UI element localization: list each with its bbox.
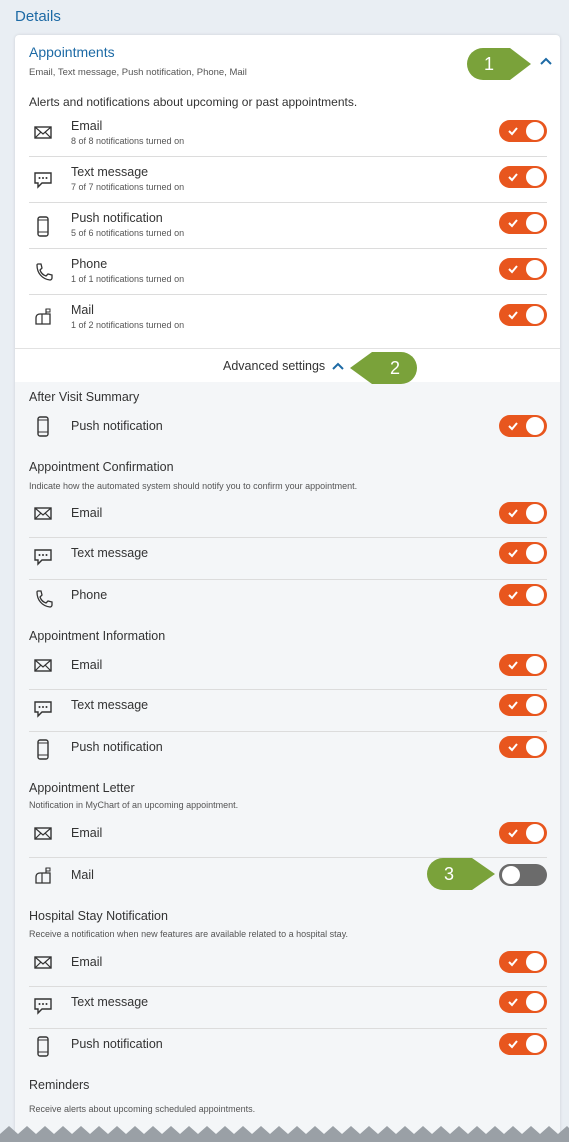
envelope-icon bbox=[33, 954, 57, 974]
setting-label: Push notification bbox=[71, 419, 163, 433]
envelope-icon bbox=[33, 825, 57, 845]
push-notification-toggle[interactable] bbox=[499, 736, 547, 758]
mobile-phone-icon bbox=[33, 1036, 57, 1057]
channel-label: Mail bbox=[71, 303, 94, 317]
setting-row-phone: Phone bbox=[29, 576, 547, 622]
collapse-button[interactable] bbox=[535, 51, 557, 71]
mobile-phone-icon bbox=[33, 216, 57, 237]
setting-label: Text message bbox=[71, 995, 149, 1009]
section-title: Reminders bbox=[29, 1078, 90, 1092]
chat-bubble-icon bbox=[33, 170, 57, 190]
mail-toggle[interactable] bbox=[499, 304, 547, 326]
setting-label: Email bbox=[71, 955, 103, 969]
channel-label: Phone bbox=[71, 257, 108, 271]
section-description: Indicate how the automated system should… bbox=[29, 481, 358, 491]
callout-number: 3 bbox=[443, 864, 454, 884]
channel-status: 1 of 1 notifications turned on bbox=[71, 274, 185, 284]
card-summary: Email, Text message, Push notification, … bbox=[29, 67, 247, 78]
chat-bubble-icon bbox=[33, 699, 57, 719]
setting-row-push-notification: Push notification bbox=[29, 403, 547, 449]
section-title: After Visit Summary bbox=[29, 390, 140, 404]
mobile-phone-icon bbox=[33, 416, 57, 437]
channel-row-mail: Mail 1 of 2 notifications turned on bbox=[29, 295, 547, 341]
appointments-card: Appointments Email, Text message, Push n… bbox=[15, 35, 560, 1142]
envelope-icon bbox=[33, 124, 57, 144]
setting-row-email: Email bbox=[29, 492, 547, 538]
advanced-settings-bar: Advanced settings bbox=[15, 348, 560, 382]
phone-toggle[interactable] bbox=[499, 584, 547, 606]
card-title[interactable]: Appointments bbox=[29, 44, 115, 60]
section-description: Receive a notification when new features… bbox=[29, 929, 349, 939]
text-message-toggle[interactable] bbox=[499, 991, 547, 1013]
setting-label: Email bbox=[71, 826, 103, 840]
callout-number: 1 bbox=[483, 54, 494, 74]
section-title: Appointment Information bbox=[29, 629, 166, 643]
mailbox-icon bbox=[33, 867, 57, 887]
chat-bubble-icon bbox=[33, 547, 57, 567]
push-notification-toggle[interactable] bbox=[499, 212, 547, 234]
chevron-up-icon[interactable] bbox=[331, 361, 345, 371]
setting-row-email: Email bbox=[29, 941, 547, 987]
email-toggle[interactable] bbox=[499, 822, 547, 844]
phone-handset-icon bbox=[33, 589, 57, 609]
setting-label: Text message bbox=[71, 546, 149, 560]
channel-row-text-message: Text message 7 of 7 notifications turned… bbox=[29, 157, 547, 203]
email-toggle[interactable] bbox=[499, 951, 547, 973]
channel-status: 1 of 2 notifications turned on bbox=[71, 320, 185, 330]
channel-row-push-notification: Push notification 5 of 6 notifications t… bbox=[29, 203, 547, 249]
phone-handset-icon bbox=[33, 262, 57, 282]
channel-label: Email bbox=[71, 119, 103, 133]
chevron-up-icon bbox=[540, 57, 552, 65]
callout-number: 2 bbox=[389, 358, 400, 378]
setting-label: Push notification bbox=[71, 740, 163, 754]
advanced-settings-panel: After Visit Summary Push notification Ap… bbox=[15, 382, 560, 1142]
setting-label: Email bbox=[71, 506, 103, 520]
setting-label: Push notification bbox=[71, 1037, 163, 1051]
setting-label: Mail bbox=[71, 868, 94, 882]
section-title: Appointment Confirmation bbox=[29, 460, 174, 474]
text-message-toggle[interactable] bbox=[499, 542, 547, 564]
push-notification-toggle[interactable] bbox=[499, 415, 547, 437]
setting-label: Email bbox=[71, 658, 103, 672]
mailbox-icon bbox=[33, 308, 57, 328]
setting-row-email: Email bbox=[29, 644, 547, 690]
setting-label: Text message bbox=[71, 698, 149, 712]
phone-toggle[interactable] bbox=[499, 258, 547, 280]
email-toggle[interactable] bbox=[499, 120, 547, 142]
torn-edge bbox=[0, 1126, 569, 1142]
text-message-toggle[interactable] bbox=[499, 694, 547, 716]
channel-status: 5 of 6 notifications turned on bbox=[71, 228, 185, 238]
email-toggle[interactable] bbox=[499, 502, 547, 524]
channel-status: 7 of 7 notifications turned on bbox=[71, 182, 185, 192]
setting-row-text-message: Text message bbox=[29, 534, 547, 580]
channel-label: Push notification bbox=[71, 211, 163, 225]
section-description: Receive alerts about upcoming scheduled … bbox=[29, 1104, 256, 1114]
mobile-phone-icon bbox=[33, 739, 57, 760]
section-title: Hospital Stay Notification bbox=[29, 909, 168, 923]
card-description: Alerts and notifications about upcoming … bbox=[29, 95, 358, 109]
section-description: Notification in MyChart of an upcoming a… bbox=[29, 800, 239, 810]
chat-bubble-icon bbox=[33, 996, 57, 1016]
callout-2: 2 bbox=[350, 351, 418, 385]
callout-1: 1 bbox=[466, 47, 532, 81]
text-message-toggle[interactable] bbox=[499, 166, 547, 188]
email-toggle[interactable] bbox=[499, 654, 547, 676]
mail-toggle[interactable] bbox=[499, 864, 547, 886]
setting-label: Phone bbox=[71, 588, 108, 602]
setting-row-push-notification: Push notification bbox=[29, 726, 547, 772]
envelope-icon bbox=[33, 505, 57, 525]
push-notification-toggle[interactable] bbox=[499, 1033, 547, 1055]
callout-3: 3 bbox=[426, 857, 496, 891]
section-title: Appointment Letter bbox=[29, 781, 135, 795]
page-title: Details bbox=[15, 8, 61, 25]
channel-status: 8 of 8 notifications turned on bbox=[71, 136, 185, 146]
channel-label: Text message bbox=[71, 165, 149, 179]
setting-row-email: Email bbox=[29, 812, 547, 858]
setting-row-push-notification: Push notification bbox=[29, 1023, 547, 1069]
envelope-icon bbox=[33, 657, 57, 677]
advanced-settings-button[interactable]: Advanced settings bbox=[223, 359, 325, 373]
channel-row-phone: Phone 1 of 1 notifications turned on bbox=[29, 249, 547, 295]
channel-row-email: Email 8 of 8 notifications turned on bbox=[29, 111, 547, 157]
